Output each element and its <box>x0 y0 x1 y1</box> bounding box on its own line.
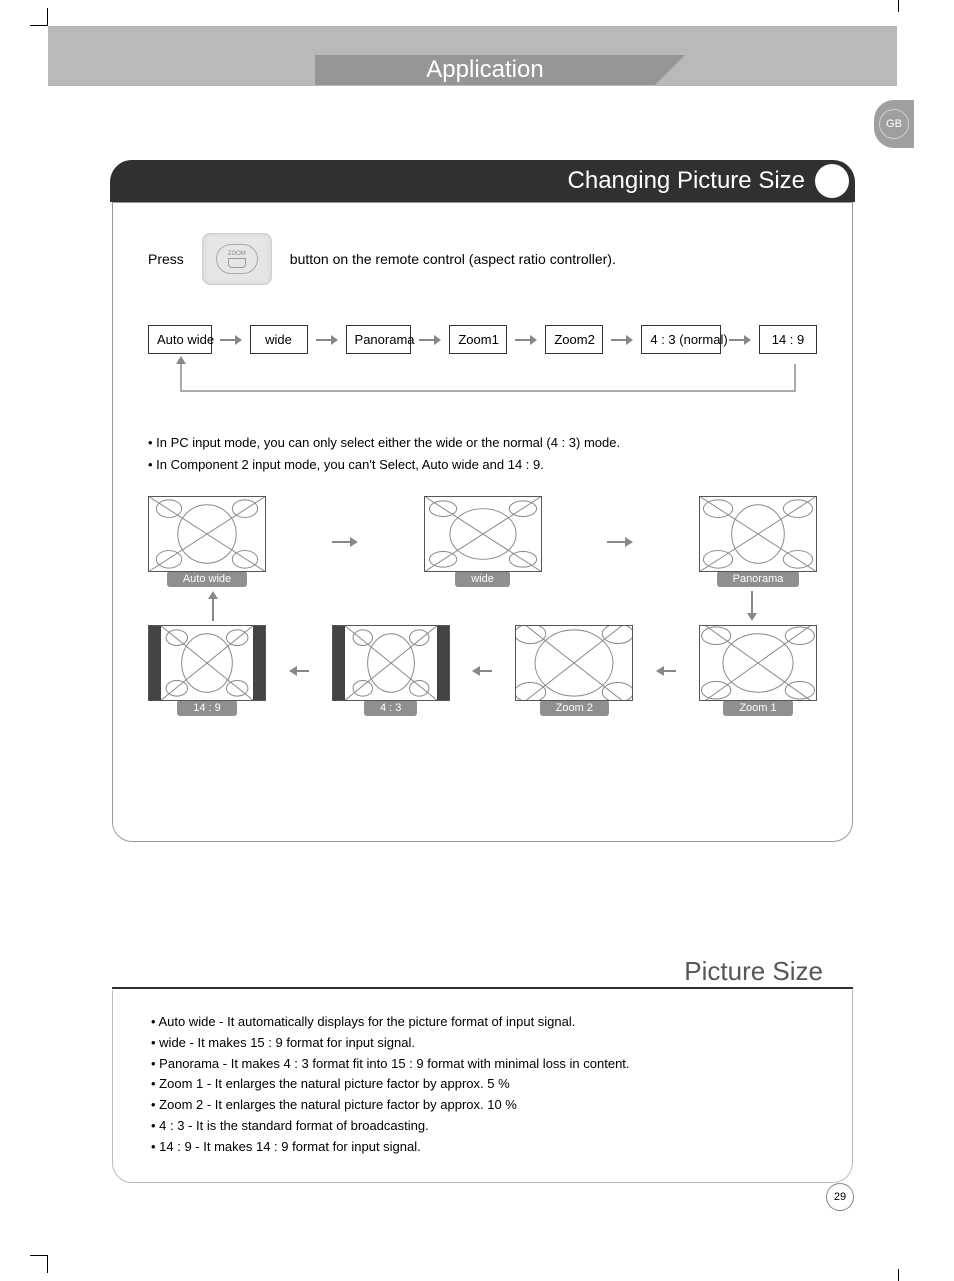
tile-14-9: 14 : 9 <box>148 625 266 716</box>
arrow-right-icon <box>611 335 633 345</box>
tile-label: 14 : 9 <box>177 700 237 716</box>
aspect-pattern-icon <box>333 626 449 700</box>
page-number: 29 <box>826 1183 854 1211</box>
page-title: Application <box>315 55 655 85</box>
flow-box: Panorama <box>346 325 412 354</box>
flow-box: 4 : 3 (normal) <box>641 325 721 354</box>
tv-icon <box>424 496 542 572</box>
flow-loop-line <box>180 364 795 392</box>
zoom-button-label: ZOOM <box>228 251 246 257</box>
arrow-right-icon <box>419 335 441 345</box>
instruction-row: Press ZOOM button on the remote control … <box>148 233 817 285</box>
tile-panorama: Panorama <box>699 496 817 587</box>
aspect-pattern-icon <box>149 626 265 700</box>
picture-size-heading-bar: Picture Size <box>112 949 853 989</box>
aspect-pattern-icon <box>425 497 541 571</box>
notes-block: • In PC input mode, you can only select … <box>148 432 817 476</box>
arrow-right-icon <box>515 335 537 345</box>
bullet-line: • 14 : 9 - It makes 14 : 9 format for in… <box>151 1137 814 1158</box>
tv-icon <box>148 496 266 572</box>
note-line: • In PC input mode, you can only select … <box>148 432 817 454</box>
arrow-up-icon <box>176 356 186 364</box>
crop-mark <box>898 1269 899 1281</box>
arrow-right-icon <box>332 537 358 547</box>
tile-label: Zoom 2 <box>540 700 609 716</box>
arrow-left-icon <box>656 666 676 676</box>
bullet-line: • Zoom 2 - It enlarges the natural pictu… <box>151 1095 814 1116</box>
instruction-pre: Press <box>148 251 184 267</box>
note-line: • In Component 2 input mode, you can't S… <box>148 454 817 476</box>
aspect-pattern-icon <box>149 497 265 571</box>
bullet-line: • Zoom 1 - It enlarges the natural pictu… <box>151 1074 814 1095</box>
tile-label: Zoom 1 <box>723 700 792 716</box>
arrow-container <box>472 631 492 711</box>
instruction-post: button on the remote control (aspect rat… <box>290 251 616 267</box>
aspect-pattern-icon <box>516 626 632 700</box>
arrow-right-icon <box>607 537 633 547</box>
picture-size-heading: Picture Size <box>684 956 823 987</box>
aspect-pattern-icon <box>700 626 816 700</box>
tv-icon <box>148 625 266 701</box>
flow-box: Zoom1 <box>449 325 507 354</box>
tile-zoom-2: Zoom 2 <box>515 625 633 716</box>
aspect-pattern-icon <box>700 497 816 571</box>
language-tab: GB <box>874 100 914 148</box>
section-heading-bar: Changing Picture Size <box>110 160 855 202</box>
bullet-line: • wide - It makes 15 : 9 format for inpu… <box>151 1033 814 1054</box>
flow-box: 14 : 9 <box>759 325 817 354</box>
arrow-right-icon <box>316 335 338 345</box>
tile-label: Auto wide <box>167 571 247 587</box>
arrow-container <box>325 502 365 582</box>
arrow-left-icon <box>472 666 492 676</box>
arrow-container <box>289 631 309 711</box>
grid-row-bottom: 14 : 9 4 : 3 <box>148 625 817 716</box>
tile-4-3: 4 : 3 <box>332 625 450 716</box>
main-content-box: Press ZOOM button on the remote control … <box>112 202 853 842</box>
flow-box: Auto wide <box>148 325 212 354</box>
arrow-container <box>600 502 640 582</box>
flow-box: wide <box>250 325 308 354</box>
arrow-up-icon <box>208 591 218 621</box>
tile-label: 4 : 3 <box>364 700 417 716</box>
arrow-right-icon <box>220 335 242 345</box>
tile-zoom-1: Zoom 1 <box>699 625 817 716</box>
flow-diagram-row: Auto wide wide Panorama Zoom1 Zoom2 4 : … <box>148 325 817 354</box>
tile-auto-wide: Auto wide <box>148 496 266 587</box>
zoom-button-key-icon <box>228 258 246 268</box>
grid-row-top: Auto wide wide <box>148 496 817 587</box>
bullet-line: • Panorama - It makes 4 : 3 format fit i… <box>151 1054 814 1075</box>
zoom-button-inner: ZOOM <box>216 244 258 274</box>
flow-box: Zoom2 <box>545 325 603 354</box>
tv-icon <box>699 496 817 572</box>
aspect-ratio-grid: Auto wide wide <box>148 496 817 716</box>
arrow-container <box>656 631 676 711</box>
crop-mark <box>30 8 48 26</box>
tv-icon <box>332 625 450 701</box>
arrow-left-icon <box>289 666 309 676</box>
zoom-button-illustration: ZOOM <box>202 233 272 285</box>
arrow-down-icon <box>747 591 757 621</box>
tile-label: wide <box>455 571 510 587</box>
section-heading: Changing Picture Size <box>568 167 805 195</box>
loop-right-drop <box>794 364 796 392</box>
language-label: GB <box>879 109 909 139</box>
crop-mark <box>30 1255 48 1273</box>
bullet-line: • Auto wide - It automatically displays … <box>151 1012 814 1033</box>
tv-icon <box>699 625 817 701</box>
tile-label: Panorama <box>717 571 800 587</box>
picture-size-body: • Auto wide - It automatically displays … <box>112 990 853 1183</box>
vertical-connector-row <box>148 587 817 625</box>
arrow-right-icon <box>729 335 751 345</box>
crop-mark <box>898 0 899 12</box>
bullet-line: • 4 : 3 - It is the standard format of b… <box>151 1116 814 1137</box>
tile-wide: wide <box>424 496 542 587</box>
tv-icon <box>515 625 633 701</box>
